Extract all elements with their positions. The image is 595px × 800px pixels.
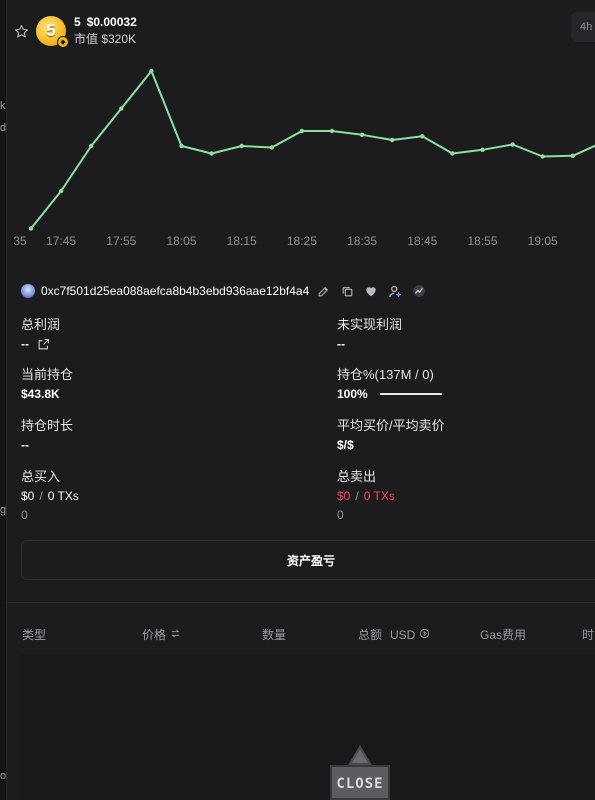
stat-total-buy: 总买入 $0 / 0 TXs 0 [21, 466, 79, 522]
stat-holding-pct: 持仓%(137M / 0) 100% [337, 364, 442, 401]
token-logo: 5 ◆ [36, 16, 69, 48]
external-link-icon[interactable] [37, 338, 50, 351]
edit-icon[interactable] [315, 283, 331, 299]
stat-value: -- [21, 438, 29, 452]
heart-icon[interactable] [363, 283, 379, 299]
data-point[interactable] [510, 142, 515, 147]
stat-avg-price: 平均买价/平均卖价 $/$ [337, 415, 445, 452]
explorer-icon[interactable] [411, 283, 427, 299]
data-point[interactable] [299, 128, 305, 134]
data-point[interactable] [209, 151, 214, 156]
x-tick-label: 17:45 [46, 234, 76, 248]
separator: / [39, 489, 43, 503]
star-icon[interactable] [14, 23, 30, 39]
col-header-type: 类型 [22, 628, 47, 642]
sell-sub-value: 0 [337, 508, 344, 522]
chain-badge-icon: ◆ [57, 36, 69, 48]
stat-value: $/$ [337, 438, 354, 452]
stat-label: 当前持仓 [21, 367, 74, 382]
holding-progress-bar [379, 393, 442, 395]
stat-value: -- [337, 337, 345, 351]
currency-toggle-icon[interactable] [419, 628, 430, 642]
price-line-chart: 35 17:45 17:55 18:05 18:15 18:25 18:35 18:45 18:… [13, 68, 595, 248]
stat-holding-duration: 持仓时长 -- [21, 415, 73, 452]
data-point[interactable] [179, 143, 184, 149]
data-point[interactable] [119, 106, 124, 111]
col-header-time: 时 [582, 628, 595, 642]
x-tick-label: 18:25 [287, 234, 317, 248]
data-point[interactable] [420, 134, 425, 139]
col-header-unit[interactable]: USD [390, 628, 415, 642]
wallet-row: 0xc7f501d25ea088aefca8b4b3ebd936aae12bf4… [21, 283, 435, 299]
col-header-price[interactable]: 价格 [142, 626, 181, 643]
x-tick-label: 35 [13, 234, 27, 248]
buy-amount: $0 [21, 489, 35, 503]
data-point[interactable] [359, 132, 365, 137]
data-point[interactable] [450, 151, 455, 156]
data-point[interactable] [570, 153, 575, 158]
data-point[interactable] [58, 188, 64, 194]
col-header-total: 总额 USD [358, 626, 430, 643]
asset-pnl-button[interactable]: 资产盈亏 [21, 540, 595, 580]
stat-value: $43.8K [21, 387, 60, 401]
market-cap: 市值 $320K [74, 32, 137, 46]
x-tick-label: 17:55 [106, 234, 136, 248]
series-line [30, 70, 595, 230]
col-header-price-label: 价格 [142, 628, 167, 642]
stat-total-profit: 总利润 -- [21, 314, 60, 351]
close-badge-label: CLOSE [336, 776, 384, 792]
trades-table-body [21, 654, 595, 800]
left-strip-mark: k [0, 100, 6, 112]
stat-label: 总买入 [21, 469, 61, 484]
x-tick-label: 18:55 [467, 234, 497, 248]
wallet-avatar [21, 284, 35, 298]
data-point[interactable] [329, 128, 335, 134]
stat-total-sell: 总卖出 $0 / 0 TXs 0 [337, 466, 395, 522]
token-symbol: 5 [74, 15, 81, 29]
token-header: 5 ◆ 5 $0.00032 市值 $320K [14, 12, 137, 50]
x-tick-label: 18:05 [166, 234, 196, 248]
sell-txs: 0 TXs [363, 489, 395, 503]
stat-label: 总卖出 [337, 469, 377, 484]
stat-label: 持仓时长 [21, 418, 74, 433]
close-badge-arrow-icon [348, 745, 372, 765]
data-point[interactable] [480, 147, 485, 152]
data-point[interactable] [269, 145, 274, 150]
wallet-address[interactable]: 0xc7f501d25ea088aefca8b4b3ebd936aae12bf4… [41, 284, 309, 298]
follow-user-icon[interactable] [387, 283, 403, 299]
x-tick-label: 18:35 [347, 234, 377, 248]
stat-label: 平均买价/平均卖价 [337, 418, 445, 433]
separator: / [355, 489, 359, 503]
sell-amount: $0 [337, 489, 351, 503]
col-header-quantity: 数量 [262, 628, 287, 642]
x-tick-label: 18:15 [227, 234, 257, 248]
data-point[interactable] [89, 143, 94, 149]
x-tick-label: 19:05 [528, 234, 558, 248]
stat-label: 未实现利润 [337, 317, 403, 332]
copy-icon[interactable] [339, 283, 355, 299]
data-point[interactable] [540, 154, 545, 159]
col-header-gas: Gas费用 [480, 628, 527, 642]
swap-icon[interactable] [170, 628, 181, 642]
col-header-total-label: 总额 [358, 628, 383, 642]
section-divider [6, 602, 595, 603]
data-point[interactable] [390, 137, 395, 143]
data-point[interactable] [149, 68, 154, 74]
token-logo-text: 5 [46, 21, 56, 40]
buy-txs: 0 TXs [47, 489, 79, 503]
stat-value: 100% [337, 387, 368, 401]
stat-unrealized-profit: 未实现利润 -- [337, 314, 402, 351]
x-tick-label: 18:45 [407, 234, 437, 248]
data-point[interactable] [28, 226, 34, 231]
stat-current-holding: 当前持仓 $43.8K [21, 364, 73, 401]
stat-value: -- [21, 337, 29, 351]
stat-label: 总利润 [21, 317, 61, 332]
timeframe-button[interactable]: 4h [571, 12, 595, 42]
data-point[interactable] [239, 143, 244, 149]
token-price: $0.00032 [86, 15, 137, 29]
stat-label: 持仓%(137M / 0) [337, 367, 434, 382]
buy-sub-value: 0 [21, 508, 28, 522]
close-badge[interactable]: CLOSE [330, 745, 390, 800]
